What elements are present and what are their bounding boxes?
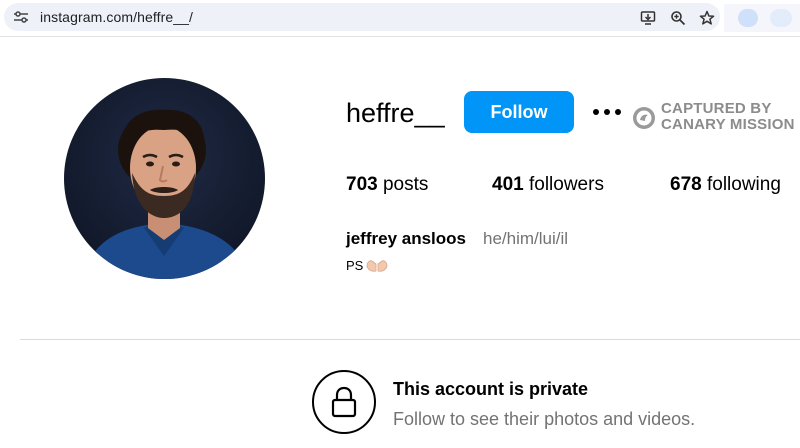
tune-icon[interactable] — [14, 11, 28, 23]
private-account-title: This account is private — [393, 379, 589, 399]
profile-avatar[interactable] — [64, 78, 265, 279]
followers-label: followers — [528, 174, 604, 195]
posts-label: posts — [382, 174, 429, 195]
browser-toolbar: instagram.com/heffre__/ — [0, 0, 800, 36]
extensions-area — [724, 4, 800, 32]
followers-count: 401 — [492, 174, 524, 195]
profile-username: heffre__ — [346, 98, 445, 128]
follow-button[interactable]: Follow — [464, 91, 574, 133]
star-icon[interactable] — [699, 10, 715, 26]
extension-icon[interactable] — [738, 9, 758, 27]
stat-posts: 703 posts — [346, 174, 428, 196]
watermark-line-2: CANARY MISSION — [661, 116, 795, 133]
bio-text: PS — [346, 257, 364, 273]
profile-full-name: jeffrey ansloos — [346, 229, 466, 248]
toolbar-divider — [0, 36, 800, 37]
stat-following[interactable]: 678 following — [670, 174, 781, 196]
zoom-icon[interactable] — [670, 10, 686, 26]
capture-watermark: CAPTURED BY CANARY MISSION — [661, 101, 795, 133]
lock-icon — [331, 386, 357, 418]
section-divider — [20, 339, 800, 340]
posts-count: 703 — [346, 174, 378, 195]
following-count: 678 — [670, 174, 702, 195]
profile-icon[interactable] — [770, 9, 792, 27]
more-options-icon[interactable] — [592, 106, 622, 118]
stat-followers[interactable]: 401 followers — [492, 174, 604, 196]
profile-bio: PS — [346, 257, 388, 273]
url-text[interactable]: instagram.com/heffre__/ — [40, 9, 193, 25]
profile-pronouns: he/him/lui/il — [483, 229, 569, 248]
palms-up-hands-icon — [366, 260, 388, 272]
private-account-subtitle: Follow to see their photos and videos. — [393, 409, 696, 429]
install-icon[interactable] — [640, 10, 656, 26]
following-label: following — [706, 174, 781, 195]
lock-icon-circle — [312, 370, 376, 434]
watermark-line-1: CAPTURED BY — [661, 100, 772, 117]
address-bar[interactable]: instagram.com/heffre__/ — [4, 3, 720, 31]
canary-mission-logo-icon — [633, 107, 655, 129]
